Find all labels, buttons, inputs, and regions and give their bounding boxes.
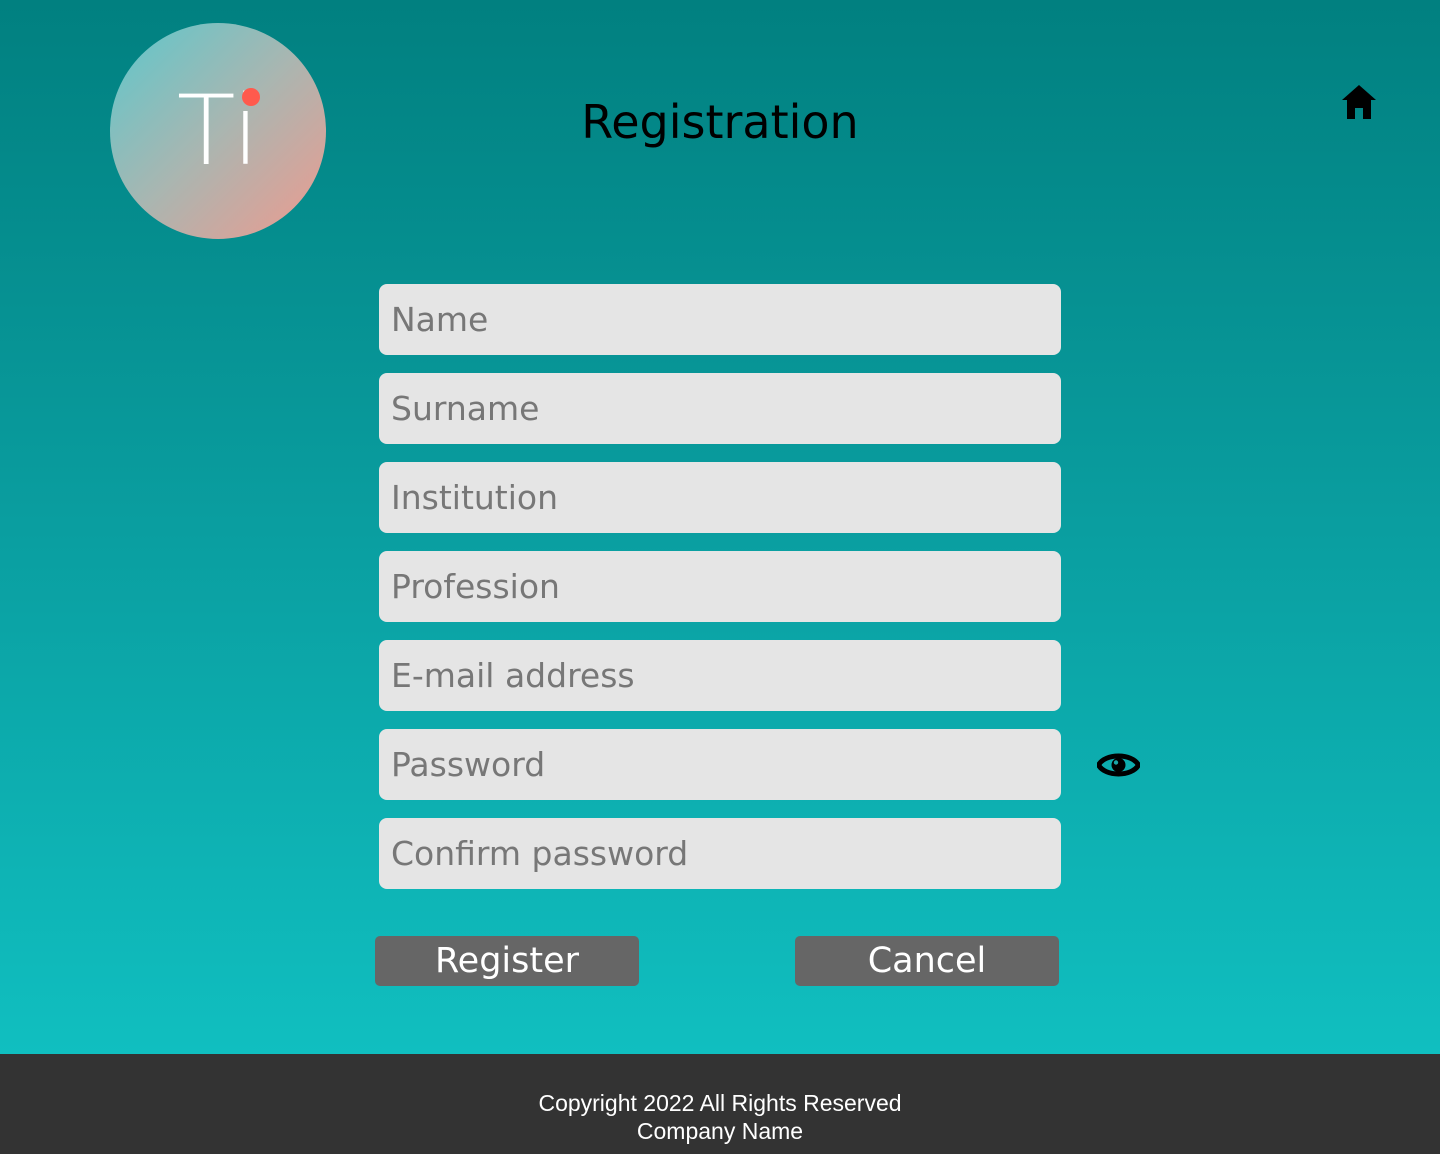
register-button[interactable]: Register (375, 936, 639, 986)
logo-text: Ti (176, 75, 260, 187)
surname-field[interactable] (379, 373, 1061, 444)
institution-field[interactable] (379, 462, 1061, 533)
eye-icon[interactable] (1097, 748, 1140, 782)
email-field[interactable] (379, 640, 1061, 711)
password-field[interactable] (379, 729, 1061, 800)
main-area: Ti Registration Register Cancel (0, 0, 1440, 1054)
logo: Ti (110, 23, 326, 239)
profession-field[interactable] (379, 551, 1061, 622)
page-title: Registration (581, 95, 859, 149)
home-icon[interactable] (1340, 83, 1378, 121)
cancel-button[interactable]: Cancel (795, 936, 1059, 986)
confirm-password-field[interactable] (379, 818, 1061, 889)
footer-company: Company Name (636, 1118, 804, 1144)
logo-dot (242, 88, 260, 106)
name-field[interactable] (379, 284, 1061, 355)
footer-copyright: Copyright 2022 All Rights Reserved (538, 1090, 902, 1116)
footer: Copyright 2022 All Rights Reserved Compa… (0, 1054, 1440, 1154)
